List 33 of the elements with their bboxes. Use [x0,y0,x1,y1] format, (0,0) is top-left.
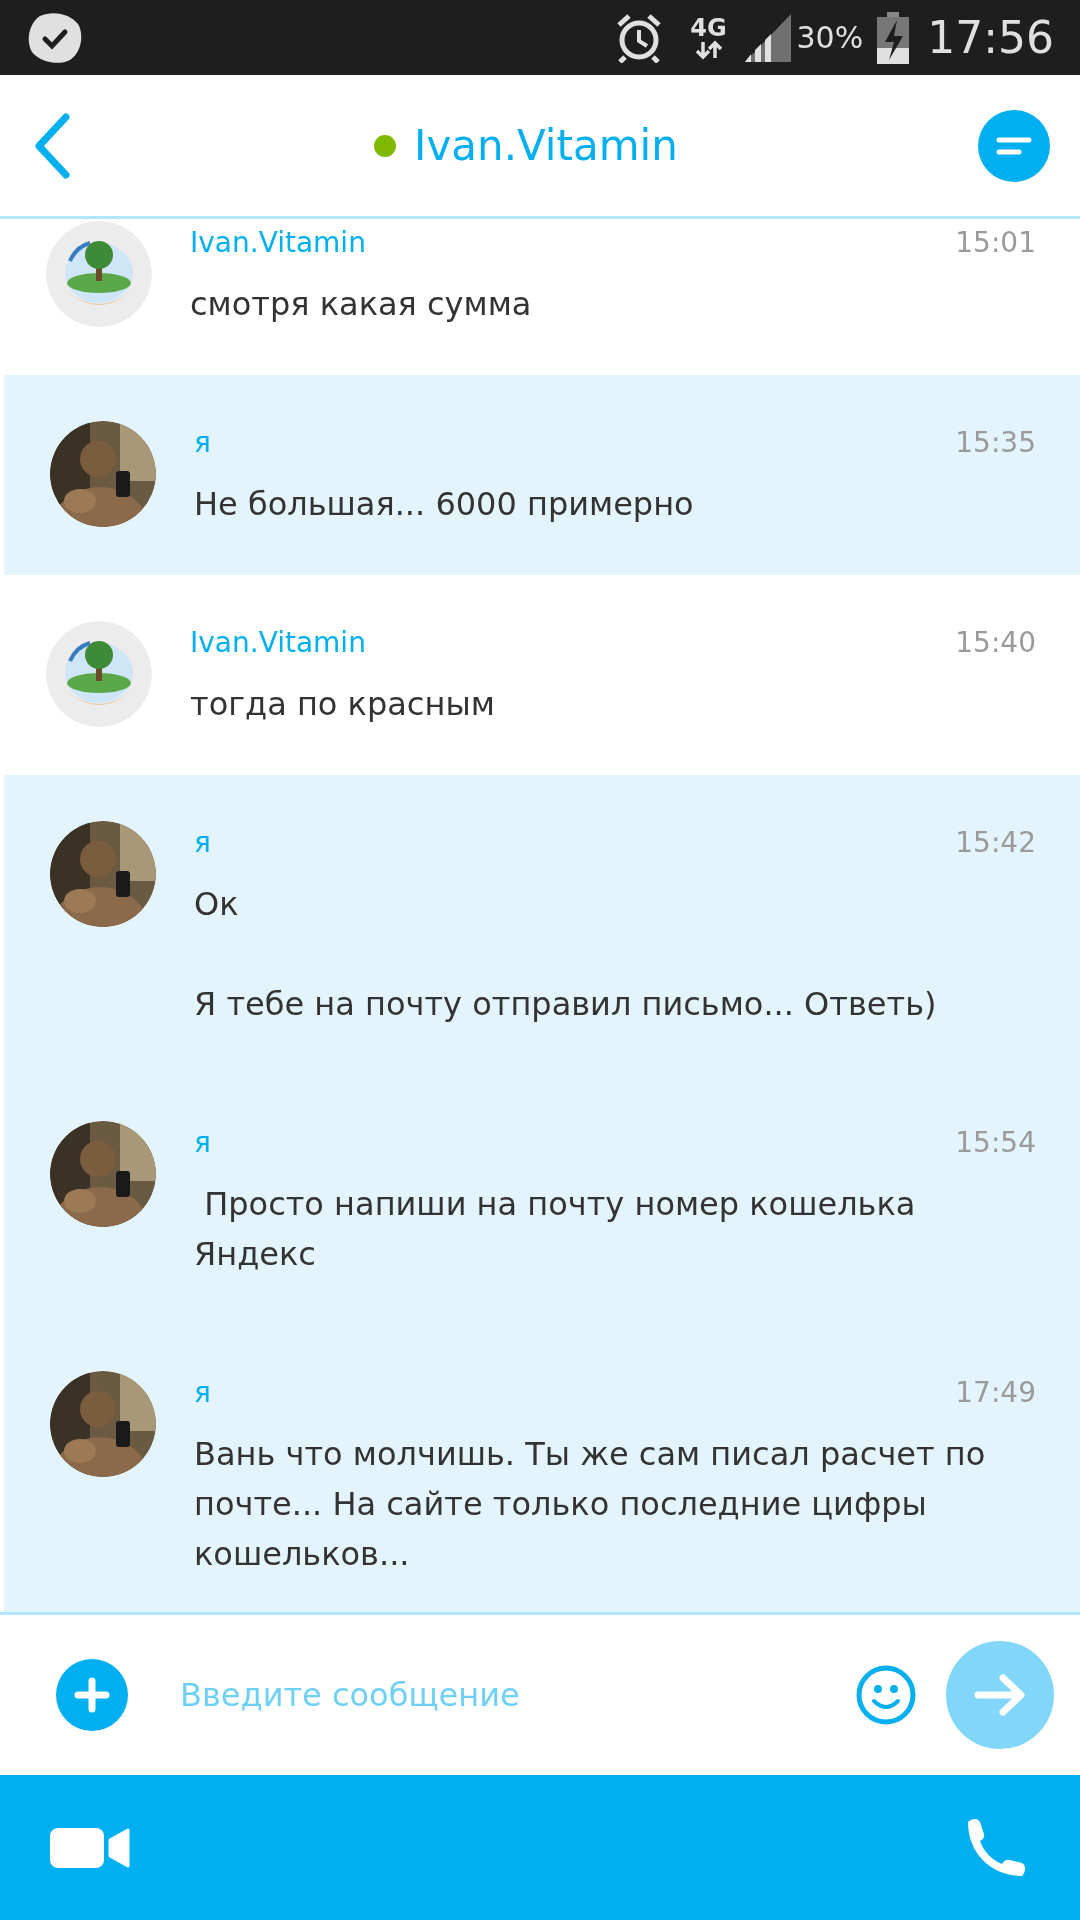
battery-percent: 30% [796,19,864,57]
arrow-right-icon [973,1673,1027,1717]
message-time: 15:54 [955,1125,1036,1161]
menu-icon [996,135,1032,156]
sender-name: я [194,1125,211,1161]
data-arrows-icon [693,39,724,60]
clock: 17:56 [927,10,1054,65]
battery-charging-icon [877,11,910,64]
emoji-icon[interactable] [856,1665,916,1725]
message-input[interactable]: Введите сообщение [180,1671,836,1719]
chat-app-icon [26,11,84,64]
sender-name: я [194,825,211,861]
signal-icon [744,13,791,62]
message-time: 15:01 [955,225,1036,261]
message-text: Ок Я тебе на почту отправил письмо... Ответь) [194,884,938,1025]
sender-name: я [194,1375,211,1411]
message-text: смотря какая сумма [190,284,533,325]
sender-name: Ivan.Vitamin [190,625,366,661]
message-time: 17:49 [955,1375,1036,1411]
message-text: Не большая... 6000 примерно [194,484,695,525]
message-time: 15:42 [955,825,1036,861]
sender-name: Ivan.Vitamin [190,225,366,261]
contact-name[interactable]: Ivan.Vitamin [414,114,678,177]
plus-icon [74,1677,110,1713]
network-type: 4G [690,15,727,40]
message-time: 15:35 [955,425,1036,461]
back-icon [34,112,70,179]
message-text: Просто напиши на почту номер кошелька Яндекс [194,1184,917,1275]
video-camera-icon [48,1825,132,1870]
message-text: Вань что молчишь. Ты же сам писал расчет по почте... На сайте только последние цифры кошельков... [194,1434,987,1575]
message-text: тогда по красным [190,684,496,725]
sender-name: я [194,425,211,461]
message-time: 15:40 [955,625,1036,661]
